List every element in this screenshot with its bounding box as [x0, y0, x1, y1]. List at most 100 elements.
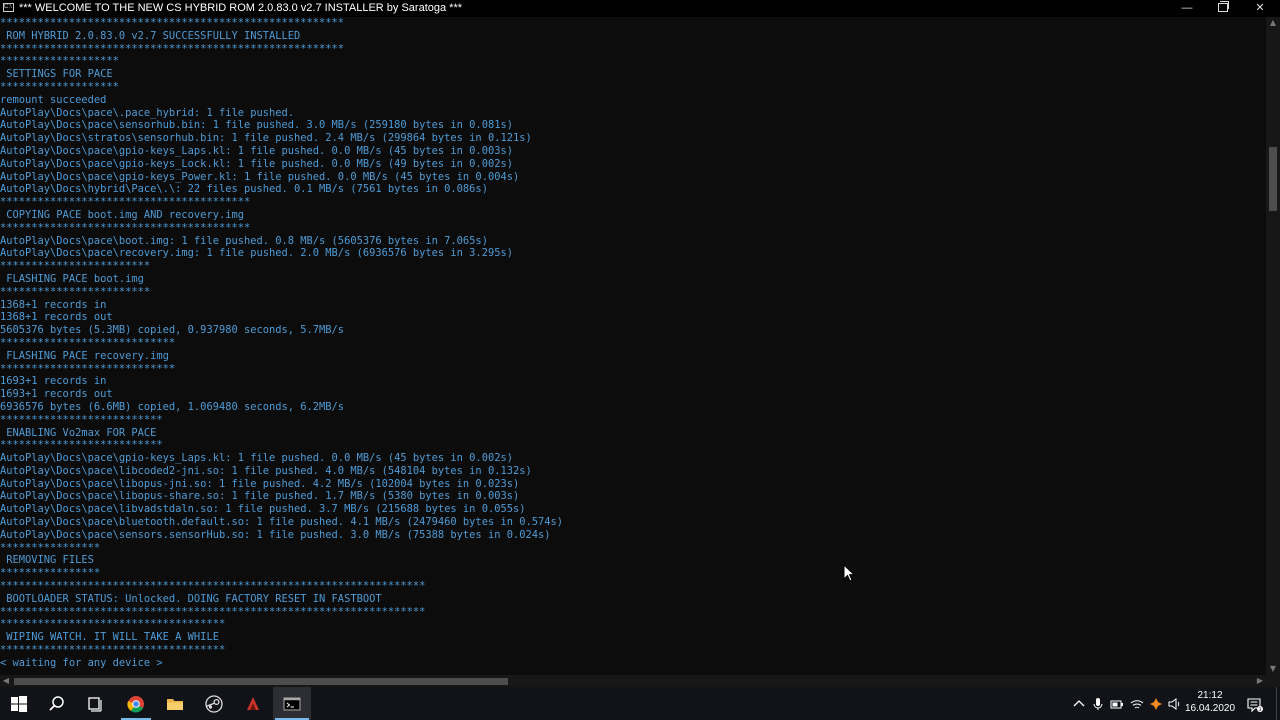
console-line: ************************** — [0, 413, 163, 426]
console-line: < waiting for any device > — [0, 656, 163, 669]
search-icon — [49, 696, 64, 711]
taskbar-chrome[interactable] — [117, 687, 155, 720]
console-line: 5605376 bytes (5.3MB) copied, 0.937980 s… — [0, 324, 345, 337]
console-line: ****************************************… — [0, 42, 345, 55]
console-line: **************************** — [0, 362, 176, 375]
app-icon — [247, 697, 259, 710]
scroll-down-arrow[interactable]: ▼ — [1266, 663, 1280, 675]
scrollbar-corner — [1266, 675, 1280, 687]
notification-badge: 3 — [1259, 707, 1262, 713]
tray-network[interactable] — [1130, 687, 1144, 720]
clock-date: 16.04.2020 — [1184, 703, 1236, 714]
console-line: BOOTLOADER STATUS: Unlocked. DOING FACTO… — [0, 592, 382, 605]
orange-app-icon — [1150, 698, 1162, 710]
action-center-button[interactable]: 3 — [1247, 687, 1263, 720]
chevron-up-icon — [1073, 700, 1085, 707]
wifi-icon — [1130, 700, 1144, 709]
horizontal-scrollbar[interactable]: ◀ ▶ — [0, 675, 1266, 687]
console-line: AutoPlay\Docs\pace\libcoded2-jni.so: 1 f… — [0, 464, 532, 477]
console-line: 1693+1 records in — [0, 375, 107, 388]
console-line: ****************************************… — [0, 580, 426, 593]
taskbar-terminal[interactable] — [273, 687, 311, 720]
taskbar-steam[interactable] — [195, 687, 233, 720]
console-line: AutoPlay\Docs\pace\sensors.sensorHub.so:… — [0, 528, 551, 541]
clock-time: 21:12 — [1197, 690, 1223, 701]
console-line: 1368+1 records in — [0, 298, 107, 311]
console-line: COPYING PACE boot.img AND recovery.img — [0, 208, 244, 221]
console-line: 1368+1 records out — [0, 311, 113, 324]
console-line: ****************************************… — [0, 17, 345, 29]
console-line: AutoPlay\Docs\pace\sensorhub.bin: 1 file… — [0, 119, 513, 132]
console-line: AutoPlay\Docs\pace\.pace_hybrid: 1 file … — [0, 106, 295, 119]
scroll-right-arrow[interactable]: ▶ — [1254, 675, 1266, 687]
search-button[interactable] — [38, 687, 76, 720]
console-line: ****************************************… — [0, 605, 426, 618]
console-app-icon: C:\ — [3, 3, 14, 12]
console-line: remount succeeded — [0, 93, 107, 106]
taskbar-file-explorer[interactable] — [156, 687, 194, 720]
steam-icon — [205, 695, 223, 713]
show-desktop-button[interactable] — [1276, 687, 1280, 720]
tray-battery[interactable] — [1110, 687, 1124, 720]
taskbar-clock[interactable]: 21:12 16.04.2020 — [1180, 689, 1240, 715]
vertical-scroll-thumb[interactable] — [1269, 147, 1277, 211]
console-line: ******************* — [0, 80, 119, 93]
scroll-up-arrow[interactable]: ▲ — [1266, 17, 1280, 29]
console-line: AutoPlay\Docs\pace\gpio-keys_Laps.kl: 1 … — [0, 452, 513, 465]
battery-icon — [1110, 700, 1123, 709]
vertical-scrollbar[interactable]: ▲ ▼ — [1266, 17, 1280, 675]
console-line: WIPING WATCH. IT WILL TAKE A WHILE — [0, 631, 219, 644]
console-line: ROM HYBRID 2.0.83.0 v2.7 SUCCESSFULLY IN… — [0, 29, 301, 42]
file-explorer-icon — [167, 699, 183, 710]
console-line: 6936576 bytes (6.6MB) copied, 1.069480 s… — [0, 400, 345, 413]
start-button[interactable] — [0, 687, 38, 720]
console-line: ************************************ — [0, 644, 226, 657]
scroll-left-arrow[interactable]: ◀ — [0, 675, 12, 687]
close-button[interactable]: ✕ — [1241, 0, 1279, 17]
console-line: ******************* — [0, 55, 119, 68]
terminal-icon — [283, 697, 301, 711]
console-line: AutoPlay\Docs\pace\libopus-share.so: 1 f… — [0, 490, 520, 503]
console-line: **************** — [0, 567, 101, 580]
taskbar: 21:12 16.04.2020 3 — [0, 687, 1280, 720]
console-line: ************************ — [0, 260, 151, 273]
console-line: AutoPlay\Docs\pace\libvadstdaln.so: 1 fi… — [0, 503, 526, 516]
tray-microphone[interactable] — [1091, 687, 1105, 720]
windows-start-icon — [11, 696, 27, 712]
console-line: AutoPlay\Docs\pace\gpio-keys_Lock.kl: 1 … — [0, 157, 513, 170]
console-line: ************************ — [0, 285, 151, 298]
console-line: AutoPlay\Docs\pace\recovery.img: 1 file … — [0, 247, 513, 260]
tray-overflow-button[interactable] — [1072, 687, 1086, 720]
console-line: **************** — [0, 541, 101, 554]
console-line: ************************** — [0, 439, 163, 452]
task-view-button[interactable] — [76, 687, 114, 720]
console-line: **************************** — [0, 336, 176, 349]
console-line: AutoPlay\Docs\pace\libopus-jni.so: 1 fil… — [0, 477, 520, 490]
notification-icon: 3 — [1247, 698, 1263, 713]
console-line: AutoPlay\Docs\pace\gpio-keys_Power.kl: 1… — [0, 170, 520, 183]
window-title: *** WELCOME TO THE NEW CS HYBRID ROM 2.0… — [19, 2, 463, 14]
restore-icon — [1218, 1, 1229, 12]
console-line: FLASHING PACE recovery.img — [0, 349, 169, 362]
console-line: AutoPlay\Docs\pace\boot.img: 1 file push… — [0, 234, 488, 247]
taskbar-app[interactable] — [234, 687, 272, 720]
console-line: FLASHING PACE boot.img — [0, 272, 144, 285]
horizontal-scroll-thumb[interactable] — [14, 678, 508, 685]
console-output[interactable]: ****************************************… — [0, 17, 1266, 675]
console-line: **************************************** — [0, 196, 251, 209]
task-view-icon — [88, 697, 102, 712]
console-line: ENABLING Vo2max FOR PACE — [0, 426, 157, 439]
console-line: AutoPlay\Docs\stratos\sensorhub.bin: 1 f… — [0, 132, 532, 145]
tray-app-icon[interactable] — [1149, 687, 1163, 720]
console-line: **************************************** — [0, 221, 251, 234]
console-line: AutoPlay\Docs\pace\gpio-keys_Laps.kl: 1 … — [0, 144, 513, 157]
console-line: ************************************ — [0, 618, 226, 631]
microphone-icon — [1093, 698, 1103, 710]
console-line: SETTINGS FOR PACE — [0, 68, 113, 81]
maximize-button[interactable] — [1204, 0, 1242, 17]
mouse-pointer-icon — [843, 564, 855, 582]
minimize-button[interactable]: — — [1168, 0, 1206, 17]
window-title-bar[interactable]: C:\ *** WELCOME TO THE NEW CS HYBRID ROM… — [0, 0, 1280, 17]
console-line: AutoPlay\Docs\pace\bluetooth.default.so:… — [0, 516, 564, 529]
console-line: AutoPlay\Docs\hybrid\Pace\.\: 22 files p… — [0, 183, 488, 196]
